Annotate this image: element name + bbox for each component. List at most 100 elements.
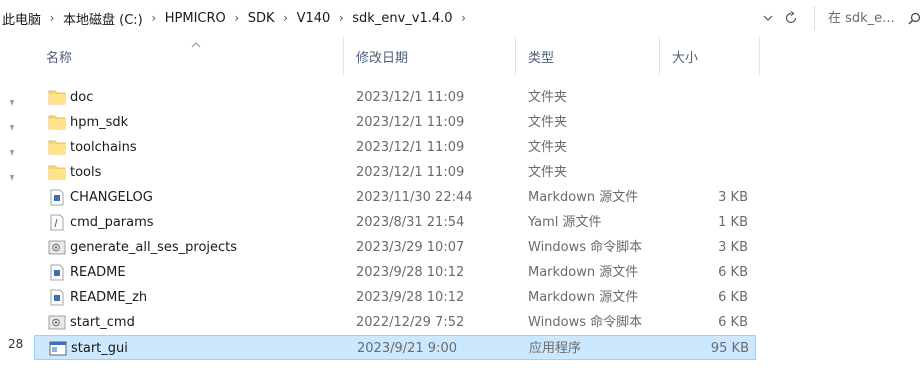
file-name: start_gui <box>71 341 128 356</box>
file-type: Markdown 源文件 <box>528 290 639 305</box>
file-name: start_cmd <box>70 315 135 330</box>
file-type: 文件夹 <box>528 115 568 130</box>
column-header-type-label: 类型 <box>528 50 555 66</box>
file-size: 1 KB <box>718 215 748 230</box>
column-header-size-label: 大小 <box>672 50 699 66</box>
table-row-selected[interactable]: start_gui 2023/9/21 9:00 应用程序 95 KB <box>34 335 756 360</box>
file-name: README <box>70 265 126 280</box>
file-explorer-window: 此电脑 › 本地磁盘 (C:) › HPMICRO › SDK › V140 ›… <box>0 0 924 389</box>
breadcrumb-item-this-pc[interactable]: 此电脑 <box>2 9 41 28</box>
folder-icon <box>48 89 66 106</box>
markdown-file-icon <box>48 289 66 306</box>
table-row[interactable]: tools 2023/12/1 11:09 文件夹 <box>34 160 756 185</box>
chevron-down-icon[interactable] <box>760 10 776 26</box>
column-header-date[interactable]: 修改日期 <box>344 36 516 76</box>
pin-icon <box>9 99 15 107</box>
table-row[interactable]: generate_all_ses_projects 2023/3/29 10:0… <box>34 235 756 260</box>
breadcrumb: 此电脑 › 本地磁盘 (C:) › HPMICRO › SDK › V140 ›… <box>0 0 475 36</box>
file-type: 文件夹 <box>528 90 568 105</box>
file-size <box>666 110 748 135</box>
column-header-name[interactable]: 名称 <box>34 36 344 76</box>
file-date: 2023/3/29 10:07 <box>356 240 465 255</box>
table-row[interactable]: doc 2023/12/1 11:09 文件夹 <box>34 85 756 110</box>
breadcrumb-item-v140[interactable]: V140 <box>297 11 331 26</box>
file-date: 2023/9/21 9:00 <box>357 341 457 356</box>
folder-icon <box>48 114 66 131</box>
breadcrumb-item-sdk-env[interactable]: sdk_env_v1.4.0 <box>352 11 452 26</box>
script-file-icon <box>48 239 66 256</box>
breadcrumb-separator[interactable]: › <box>41 11 63 25</box>
markdown-file-icon <box>48 264 66 281</box>
file-name: generate_all_ses_projects <box>70 240 238 255</box>
pin-icon <box>9 124 15 132</box>
yaml-file-icon <box>48 214 66 231</box>
breadcrumb-separator[interactable]: › <box>143 11 165 25</box>
divider <box>814 6 815 30</box>
file-size: 95 KB <box>710 341 749 356</box>
file-size: 6 KB <box>718 290 748 305</box>
application-icon <box>49 340 67 357</box>
file-date: 2023/9/28 10:12 <box>356 290 465 305</box>
file-type: Markdown 源文件 <box>528 190 639 205</box>
file-size: 6 KB <box>718 265 748 280</box>
file-type: Windows 命令脚本 <box>528 240 643 255</box>
pin-icon <box>9 174 15 182</box>
breadcrumb-separator[interactable]: › <box>275 11 297 25</box>
file-size: 3 KB <box>718 240 748 255</box>
table-row[interactable]: toolchains 2023/12/1 11:09 文件夹 <box>34 135 756 160</box>
breadcrumb-separator[interactable]: › <box>330 11 352 25</box>
file-name: cmd_params <box>70 215 154 230</box>
breadcrumb-separator[interactable]: › <box>226 11 248 25</box>
pin-icon <box>9 149 15 157</box>
file-size: 3 KB <box>718 190 748 205</box>
file-date: 2023/9/28 10:12 <box>356 265 465 280</box>
search-icon[interactable] <box>906 10 922 26</box>
file-date: 2023/12/1 11:09 <box>356 165 465 180</box>
nav-item-number: 28 <box>8 337 24 351</box>
navigation-pane: 28 <box>0 36 34 389</box>
markdown-file-icon <box>48 189 66 206</box>
file-date: 2023/11/30 22:44 <box>356 190 473 205</box>
file-name: hpm_sdk <box>70 115 129 130</box>
file-size <box>666 85 748 110</box>
file-date: 2023/12/1 11:09 <box>356 140 465 155</box>
file-date: 2022/12/29 7:52 <box>356 315 465 330</box>
file-name: toolchains <box>70 140 137 155</box>
table-row[interactable]: hpm_sdk 2023/12/1 11:09 文件夹 <box>34 110 756 135</box>
file-size <box>666 135 748 160</box>
file-date: 2023/12/1 11:09 <box>356 115 465 130</box>
table-row[interactable]: README 2023/9/28 10:12 Markdown 源文件 6 KB <box>34 260 756 285</box>
breadcrumb-item-hpmicro[interactable]: HPMICRO <box>165 11 226 26</box>
file-date: 2023/8/31 21:54 <box>356 215 465 230</box>
table-row[interactable]: cmd_params 2023/8/31 21:54 Yaml 源文件 1 KB <box>34 210 756 235</box>
table-row[interactable]: README_zh 2023/9/28 10:12 Markdown 源文件 6… <box>34 285 756 310</box>
file-list: 名称 修改日期 类型 大小 doc 2023/12/1 11:09 文件夹 hp… <box>34 36 924 389</box>
file-size: 6 KB <box>718 315 748 330</box>
file-name: README_zh <box>70 290 148 305</box>
address-bar[interactable]: 此电脑 › 本地磁盘 (C:) › HPMICRO › SDK › V140 ›… <box>0 0 924 36</box>
search-input[interactable] <box>828 10 902 26</box>
script-file-icon <box>48 314 66 331</box>
folder-icon <box>48 139 66 156</box>
column-header-row: 名称 修改日期 类型 大小 <box>34 36 760 76</box>
file-type: Markdown 源文件 <box>528 265 639 280</box>
column-header-date-label: 修改日期 <box>356 50 409 66</box>
folder-icon <box>48 164 66 181</box>
file-type: 应用程序 <box>529 341 582 356</box>
breadcrumb-separator[interactable]: › <box>453 11 475 25</box>
file-size <box>666 160 748 185</box>
file-date: 2023/12/1 11:09 <box>356 90 465 105</box>
refresh-icon[interactable] <box>782 9 800 27</box>
file-type: 文件夹 <box>528 165 568 180</box>
table-row[interactable]: start_cmd 2022/12/29 7:52 Windows 命令脚本 6… <box>34 310 756 335</box>
file-type: Yaml 源文件 <box>528 215 602 230</box>
table-row[interactable]: CHANGELOG 2023/11/30 22:44 Markdown 源文件 … <box>34 185 756 210</box>
file-type: Windows 命令脚本 <box>528 315 643 330</box>
column-header-name-label: 名称 <box>46 50 73 66</box>
column-header-size[interactable]: 大小 <box>660 36 760 76</box>
column-header-type[interactable]: 类型 <box>516 36 660 76</box>
breadcrumb-item-sdk[interactable]: SDK <box>248 11 275 26</box>
search-box[interactable] <box>822 6 924 30</box>
file-name: tools <box>70 165 102 180</box>
breadcrumb-item-local-disk[interactable]: 本地磁盘 (C:) <box>63 9 143 28</box>
